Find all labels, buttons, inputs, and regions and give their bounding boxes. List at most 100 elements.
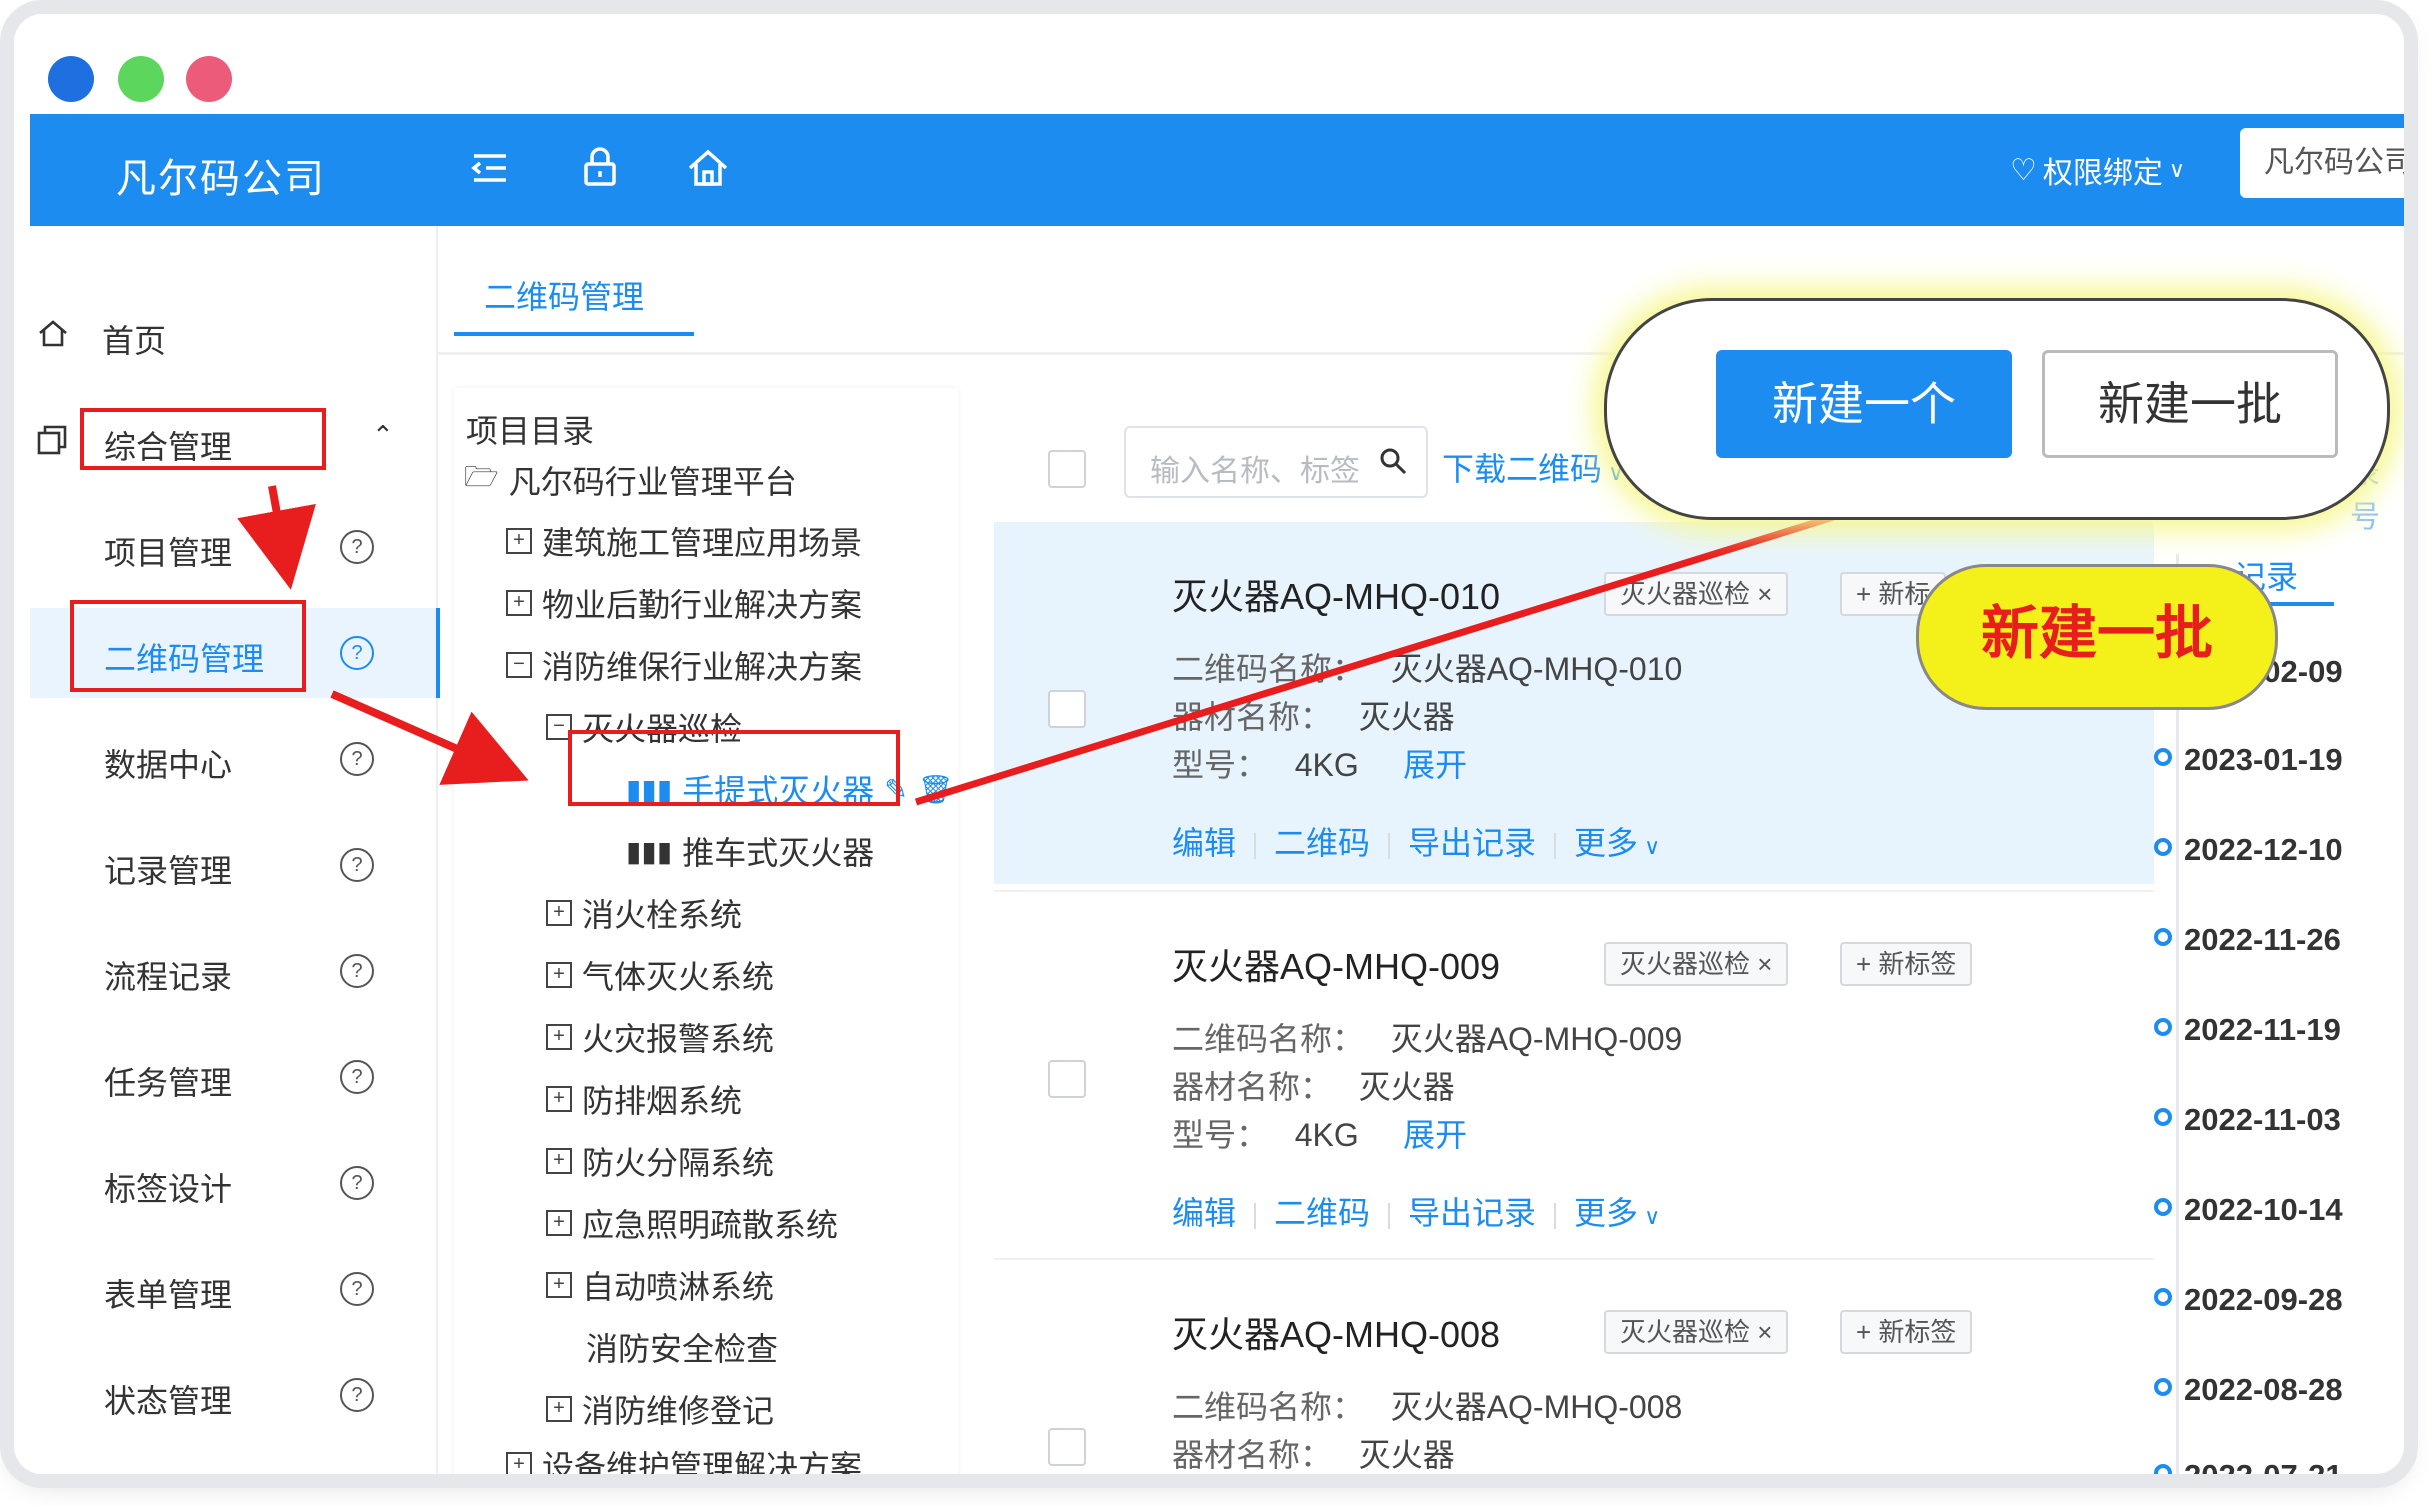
tree-node[interactable]: + 物业后勤行业解决方案 [506, 580, 862, 626]
tree-node[interactable]: + 火灾报警系统 [546, 1014, 774, 1060]
delete-icon[interactable]: 🗑 [918, 773, 954, 806]
expand-icon[interactable]: + [546, 962, 572, 988]
menu-collapse-icon[interactable] [464, 142, 516, 194]
close-icon[interactable]: × [1757, 579, 1772, 609]
tree-node[interactable]: 消防安全检查 [586, 1324, 778, 1370]
window-minimize-dot[interactable] [186, 56, 232, 102]
expand-icon[interactable]: + [506, 590, 532, 616]
sidebar-item-status[interactable]: 状态管理 ? [30, 1350, 436, 1440]
tree-node[interactable]: + 自动喷淋系统 [546, 1262, 774, 1308]
new-one-button[interactable]: 新建一个 [1716, 350, 2012, 458]
search-icon[interactable] [1378, 446, 1408, 476]
timeline-item[interactable]: 2022-11-19 [2154, 1012, 2341, 1048]
sidebar-item-label: 标签设计 [104, 1171, 233, 1207]
tree-node[interactable]: + 设备维护管理解决方案 [506, 1442, 862, 1474]
search-input[interactable]: 输入名称、标签 [1124, 426, 1428, 498]
row-checkbox[interactable] [1048, 690, 1086, 728]
window-maximize-dot[interactable] [118, 56, 164, 102]
timeline-dot [2154, 1288, 2172, 1306]
timeline-item[interactable]: 2022-08-28 [2154, 1372, 2343, 1408]
expand-icon[interactable]: + [506, 1452, 532, 1474]
help-icon[interactable]: ? [340, 1378, 374, 1412]
qrcode-link[interactable]: 二维码 [1274, 825, 1370, 861]
help-icon[interactable]: ? [340, 1272, 374, 1306]
tree-node[interactable]: + 建筑施工管理应用场景 [506, 518, 862, 564]
tree-node[interactable]: − 消防维保行业解决方案 [506, 642, 862, 688]
sidebar-item-tasks[interactable]: 任务管理 ? [30, 1032, 436, 1122]
folder-open-icon: 🗁 [464, 461, 499, 492]
collapse-icon[interactable]: − [506, 652, 532, 678]
download-qrcode-dropdown[interactable]: 下载二维码 ∨ [1442, 444, 1624, 490]
help-icon[interactable]: ? [340, 1166, 374, 1200]
expand-link[interactable]: 展开 [1403, 1117, 1467, 1153]
tag-chip[interactable]: 灭火器巡检 × [1604, 942, 1789, 986]
expand-link[interactable]: 展开 [1403, 747, 1467, 783]
expand-icon[interactable]: + [506, 528, 532, 554]
select-all-checkbox[interactable] [1048, 450, 1086, 488]
qrcode-link[interactable]: 二维码 [1274, 1195, 1370, 1231]
qrcode-card[interactable]: 灭火器AQ-MHQ-009 灭火器巡检 × + 新标签 二维码名称： 灭火器AQ… [994, 890, 2154, 1254]
timeline-item[interactable]: 2022-09-28 [2154, 1282, 2343, 1318]
tag-chip[interactable]: 灭火器巡检 × [1604, 1310, 1789, 1354]
expand-icon[interactable]: + [546, 1148, 572, 1174]
close-icon[interactable]: × [1757, 949, 1772, 979]
home-icon[interactable] [682, 142, 734, 194]
edit-link[interactable]: 编辑 [1172, 825, 1236, 861]
timeline-item[interactable]: 2022-11-26 [2154, 922, 2341, 958]
expand-icon[interactable]: + [546, 1210, 572, 1236]
new-tag-button[interactable]: + 新标签 [1840, 942, 1973, 986]
tree-node[interactable]: + 应急照明疏散系统 [546, 1200, 838, 1246]
help-icon[interactable]: ? [340, 636, 374, 670]
new-batch-button[interactable]: 新建一批 [2042, 350, 2338, 458]
close-icon[interactable]: × [1757, 1317, 1772, 1347]
sidebar-item-records[interactable]: 记录管理 ? [30, 820, 436, 910]
window-close-dot[interactable] [48, 56, 94, 102]
help-icon[interactable]: ? [340, 848, 374, 882]
timeline-item[interactable]: 2022-12-10 [2154, 832, 2343, 868]
sidebar-item-process[interactable]: 流程记录 ? [30, 926, 436, 1016]
timeline-item[interactable]: 2022-10-14 [2154, 1192, 2343, 1228]
tree-node[interactable]: + 消防维修登记 [546, 1386, 774, 1432]
help-icon[interactable]: ? [340, 742, 374, 776]
expand-icon[interactable]: + [546, 1396, 572, 1422]
help-icon[interactable]: ? [340, 1060, 374, 1094]
export-records-link[interactable]: 导出记录 [1408, 825, 1536, 861]
expand-icon[interactable]: + [546, 1024, 572, 1050]
tab-qrcode-management[interactable]: 二维码管理 [484, 272, 644, 318]
tree-root[interactable]: 🗁 凡尔码行业管理平台 [464, 456, 797, 504]
more-dropdown[interactable]: 更多 [1574, 1195, 1638, 1231]
timeline-item[interactable]: 2022-11-03 [2154, 1102, 2341, 1138]
permission-binding-dropdown[interactable]: ♡ 权限绑定 ∨ [2010, 148, 2185, 192]
edit-link[interactable]: 编辑 [1172, 1195, 1236, 1231]
sidebar-item-project[interactable]: 项目管理 ? [30, 502, 436, 592]
more-dropdown[interactable]: 更多 [1574, 825, 1638, 861]
sidebar-item-data-center[interactable]: 数据中心 ? [30, 714, 436, 804]
sidebar-item-label-design[interactable]: 标签设计 ? [30, 1138, 436, 1228]
tree-node-label: 自动喷淋系统 [582, 1269, 775, 1305]
expand-icon[interactable]: + [546, 1272, 572, 1298]
row-checkbox[interactable] [1048, 1060, 1086, 1098]
tree-node[interactable]: + 防排烟系统 [546, 1076, 742, 1122]
help-icon[interactable]: ? [340, 530, 374, 564]
qrcode-card[interactable]: 灭火器AQ-MHQ-008 灭火器巡检 × + 新标签 二维码名称： 灭火器AQ… [994, 1258, 2154, 1474]
chevron-up-icon: ⌃ [372, 420, 394, 450]
model-field: 型号： 4KG 展开 [1172, 1117, 1468, 1153]
timeline-item[interactable]: 2022-07-21 [2154, 1458, 2343, 1474]
tree-node-label: 消防维修登记 [582, 1393, 775, 1429]
tree-node[interactable]: ▮▮▮ 推车式灭火器 [626, 828, 874, 874]
expand-icon[interactable]: + [546, 900, 572, 926]
export-records-link[interactable]: 导出记录 [1408, 1195, 1536, 1231]
company-select[interactable]: 凡尔码公司 [2240, 128, 2404, 198]
timeline-item[interactable]: 2023-01-19 [2154, 742, 2343, 778]
sidebar-item-home[interactable]: 首页 [30, 290, 436, 380]
new-tag-button[interactable]: + 新标签 [1840, 1310, 1973, 1354]
tree-node[interactable]: + 消火栓系统 [546, 890, 742, 936]
row-checkbox[interactable] [1048, 1428, 1086, 1466]
tree-node[interactable]: + 防火分隔系统 [546, 1138, 774, 1184]
tag-chip[interactable]: 灭火器巡检 × [1604, 572, 1789, 616]
sidebar-item-forms[interactable]: 表单管理 ? [30, 1244, 436, 1334]
expand-icon[interactable]: + [546, 1086, 572, 1112]
tree-node[interactable]: + 气体灭火系统 [546, 952, 774, 998]
lock-icon[interactable] [574, 142, 626, 194]
help-icon[interactable]: ? [340, 954, 374, 988]
